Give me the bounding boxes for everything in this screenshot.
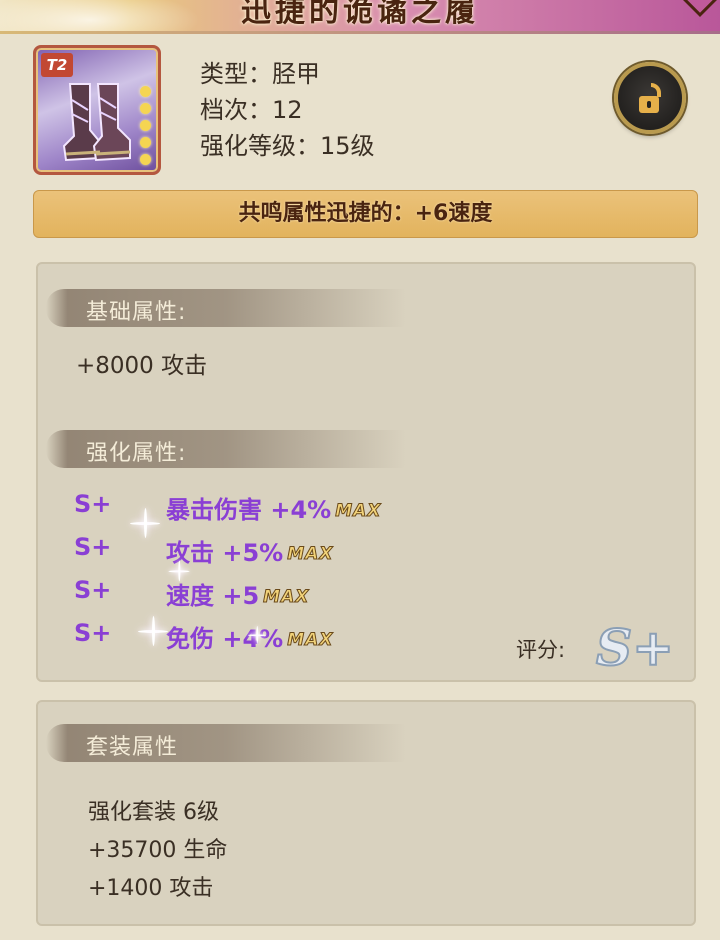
max-badge: MAX bbox=[335, 501, 382, 522]
type-label: 类型： bbox=[200, 60, 272, 88]
grade-value: 12 bbox=[272, 96, 303, 124]
set-attributes-title: 套装属性 bbox=[86, 735, 179, 760]
item-info: 类型：胫甲 档次：12 强化等级：15级 bbox=[200, 56, 375, 164]
max-badge: MAX bbox=[287, 544, 334, 565]
score-label: 评分: bbox=[516, 638, 566, 662]
set-attributes-header: 套装属性 bbox=[46, 724, 406, 762]
grade-line: 档次：12 bbox=[200, 92, 375, 128]
row-grade: S+ bbox=[74, 619, 112, 647]
set-line: 强化套装 6级 bbox=[88, 800, 219, 825]
banner-border bbox=[0, 31, 720, 34]
row-stat-text: 速度 +5 bbox=[166, 582, 260, 610]
star-icon bbox=[140, 120, 151, 131]
item-title: 迅捷的诡谲之履 bbox=[241, 0, 479, 29]
row-stat: 攻击 +5% MAX bbox=[166, 533, 333, 568]
base-attributes-header: 基础属性: bbox=[46, 289, 406, 327]
star-icon bbox=[140, 154, 151, 165]
boots-icon bbox=[62, 83, 131, 162]
enhance-line: 强化等级：15级 bbox=[200, 128, 375, 164]
row-grade: S+ bbox=[74, 533, 112, 561]
sparkle-decoration bbox=[130, 508, 160, 538]
enhance-label: 强化等级： bbox=[200, 132, 320, 160]
unlock-icon bbox=[639, 83, 661, 113]
row-grade: S+ bbox=[74, 490, 112, 518]
row-grade: S+ bbox=[74, 576, 112, 604]
resonance-bar: 共鸣属性迅捷的：+6速度 bbox=[33, 190, 698, 238]
base-attributes-title: 基础属性: bbox=[86, 300, 187, 325]
set-line: +1400 攻击 bbox=[88, 876, 214, 901]
base-attribute-line: +8000 攻击 bbox=[76, 353, 208, 379]
enhance-attributes-header: 强化属性: bbox=[46, 430, 406, 468]
equipment-detail-panel: 迅捷的诡谲之履 T2 类型：胫甲 档次：12 强化等级：15级 共鸣属性迅捷的：… bbox=[0, 0, 720, 940]
set-line: +35700 生命 bbox=[88, 838, 228, 863]
enhance-attributes-title: 强化属性: bbox=[86, 441, 187, 466]
item-icon[interactable]: T2 bbox=[33, 45, 161, 175]
sparkle-decoration bbox=[248, 626, 266, 644]
max-badge: MAX bbox=[287, 630, 334, 651]
lock-toggle-button[interactable] bbox=[614, 62, 686, 134]
star-icon bbox=[140, 103, 151, 114]
sparkle-decoration bbox=[138, 616, 168, 646]
type-value: 胫甲 bbox=[272, 60, 320, 88]
score-value: S+ bbox=[595, 617, 675, 678]
max-badge: MAX bbox=[263, 587, 310, 608]
star-icon bbox=[140, 86, 151, 97]
enhance-value: 15级 bbox=[320, 132, 375, 160]
tier-badge: T2 bbox=[41, 53, 73, 77]
title-banner: 迅捷的诡谲之履 bbox=[0, 0, 720, 34]
row-stat: 暴击伤害 +4% MAX bbox=[166, 490, 381, 525]
grade-label: 档次： bbox=[200, 96, 272, 124]
sparkle-decoration bbox=[168, 560, 190, 582]
row-stat-text: 暴击伤害 +4% bbox=[166, 496, 332, 524]
star-icon bbox=[140, 137, 151, 148]
type-line: 类型：胫甲 bbox=[200, 56, 375, 92]
star-rating bbox=[140, 86, 152, 171]
score-grade-badge: S+ bbox=[595, 617, 675, 680]
